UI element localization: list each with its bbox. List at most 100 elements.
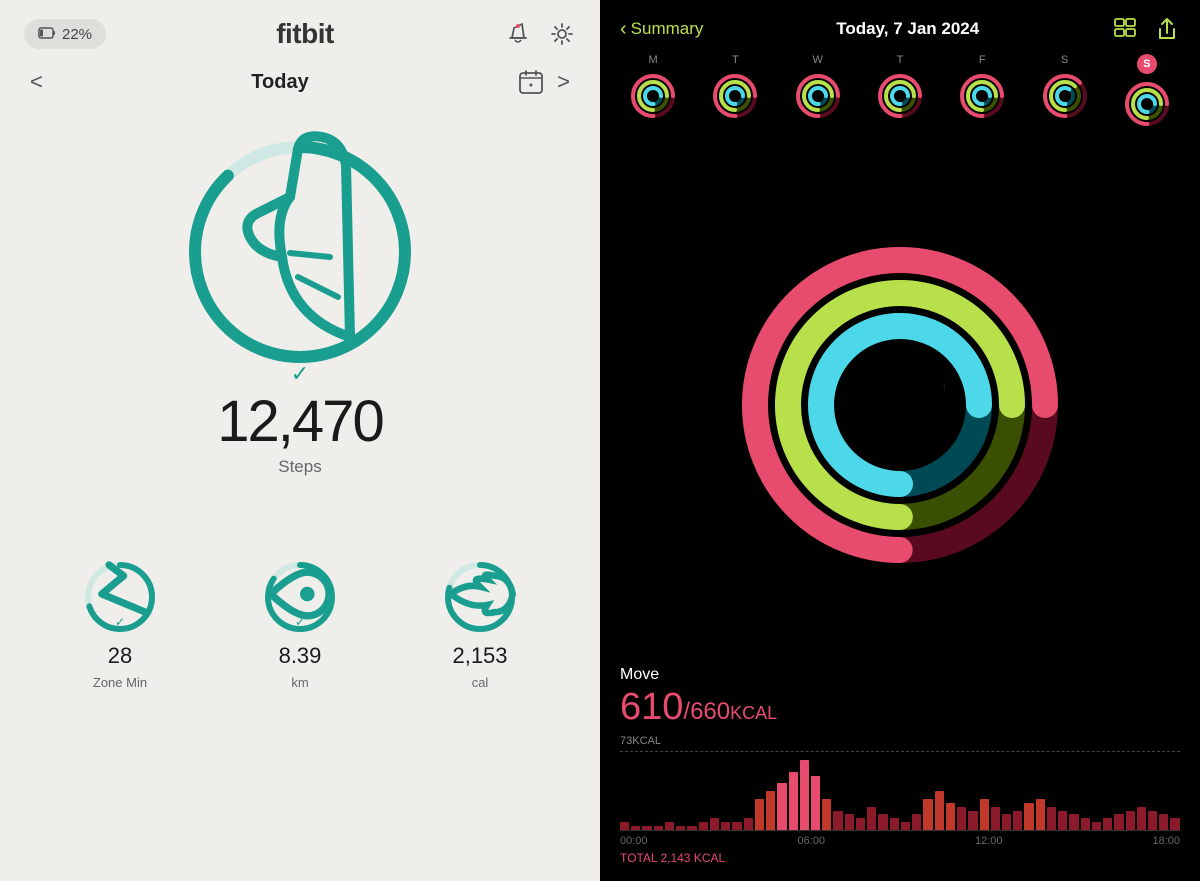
chart-bar xyxy=(856,818,865,830)
move-current: 610 xyxy=(620,686,683,728)
steps-container: ✓ 12,470 Steps xyxy=(0,112,600,517)
chart-bar xyxy=(980,799,989,830)
zone-check: ✓ xyxy=(115,615,125,629)
calories-icon xyxy=(440,554,520,640)
week-label-0: M xyxy=(649,54,658,66)
week-day-1[interactable]: T xyxy=(709,54,761,130)
chart-bar xyxy=(732,822,741,830)
distance-ring: ✓ xyxy=(260,557,340,637)
share-icon[interactable] xyxy=(1154,16,1180,42)
stat-distance[interactable]: ✓ 8.39 km xyxy=(260,557,340,690)
move-section: Move 610/660KCAL xyxy=(600,662,1200,735)
apple-panel: ‹ Summary Today, 7 Jan 2024 M xyxy=(600,0,1200,881)
week-day-4[interactable]: F xyxy=(956,54,1008,130)
chart-bar xyxy=(1036,799,1045,830)
back-chevron: ‹ xyxy=(620,18,627,41)
week-label-4: F xyxy=(979,54,986,66)
week-label-2: W xyxy=(813,54,823,66)
apple-header: ‹ Summary Today, 7 Jan 2024 xyxy=(600,0,1200,50)
week-strip: M T W xyxy=(600,50,1200,138)
next-button[interactable]: > xyxy=(557,69,570,95)
week-ring-3 xyxy=(874,70,926,122)
week-label-1: T xyxy=(732,54,739,66)
chart-bar xyxy=(687,826,696,830)
calories-value: 2,153 xyxy=(452,643,507,669)
week-ring-0 xyxy=(627,70,679,122)
move-value-row: 610/660KCAL xyxy=(620,686,1180,729)
move-goal: 660 xyxy=(690,698,730,725)
week-label-5: S xyxy=(1061,54,1068,66)
prev-button[interactable]: < xyxy=(30,69,43,95)
fitbit-nav: < Today > xyxy=(0,60,600,112)
zone-ring: ✓ xyxy=(80,557,160,637)
battery-value: 22% xyxy=(62,26,92,43)
chart-bar xyxy=(1148,811,1157,830)
steps-ring-inner: ✓ xyxy=(180,117,420,387)
week-day-3[interactable]: T xyxy=(874,54,926,130)
battery-icon xyxy=(38,25,56,43)
chart-bar xyxy=(957,807,966,830)
week-ring-5 xyxy=(1039,70,1091,122)
chart-bar xyxy=(1047,807,1056,830)
stat-calories[interactable]: 2,153 cal xyxy=(440,557,520,690)
distance-check: ✓ xyxy=(295,615,305,629)
back-label: Summary xyxy=(631,19,704,39)
chart-bar xyxy=(777,783,786,830)
chart-bar xyxy=(946,803,955,830)
chart-bar xyxy=(867,807,876,830)
chart-bar xyxy=(833,811,842,830)
week-ring-1 xyxy=(709,70,761,122)
chart-bar xyxy=(878,814,887,830)
week-day-2[interactable]: W xyxy=(792,54,844,130)
chart-bar xyxy=(912,814,921,830)
chart-guideline xyxy=(620,751,1180,752)
chart-bar xyxy=(1092,822,1101,830)
chart-bar xyxy=(1024,803,1033,830)
notification-icon[interactable] xyxy=(504,20,532,48)
week-ring-2 xyxy=(792,70,844,122)
zone-label: Zone Min xyxy=(93,675,147,690)
chart-bar xyxy=(620,822,629,830)
week-day-6[interactable]: S xyxy=(1121,54,1173,130)
stats-row: ✓ 28 Zone Min ✓ 8.39 km xyxy=(0,537,600,720)
chart-bar xyxy=(1114,814,1123,830)
chart-bar xyxy=(890,818,899,830)
chart-bar xyxy=(1159,814,1168,830)
chart-bar xyxy=(710,818,719,830)
fitbit-panel: 22% fitbit < Today > xyxy=(0,0,600,881)
chart-bar xyxy=(811,776,820,830)
calories-ring xyxy=(440,557,520,637)
time-label-1: 06:00 xyxy=(797,835,825,847)
back-button[interactable]: ‹ Summary xyxy=(620,18,703,41)
stat-zone[interactable]: ✓ 28 Zone Min xyxy=(80,557,160,690)
chart-bar xyxy=(1137,807,1146,830)
chart-bar xyxy=(1081,818,1090,830)
week-label-3: T xyxy=(897,54,904,66)
chart-bar xyxy=(1069,814,1078,830)
fitbit-header-icons xyxy=(504,20,576,48)
chart-bar xyxy=(991,807,1000,830)
chart-bar xyxy=(923,799,932,830)
chart-bar xyxy=(665,822,674,830)
week-day-0[interactable]: M xyxy=(627,54,679,130)
week-ring-6 xyxy=(1121,78,1173,130)
time-label-2: 12:00 xyxy=(975,835,1003,847)
nav-title: Today xyxy=(251,71,308,94)
chart-bar xyxy=(800,760,809,830)
bar-chart-section: 73KCAL 00:00 06:00 12:00 18:00 TOTAL 2,1… xyxy=(600,735,1200,881)
chart-total: TOTAL 2,143 KCAL xyxy=(620,851,1180,865)
distance-label: km xyxy=(291,675,308,690)
calendar-icon[interactable] xyxy=(517,68,545,96)
chart-bar xyxy=(1002,814,1011,830)
chart-bar xyxy=(935,791,944,830)
main-rings: → » ↑ xyxy=(740,245,1060,565)
chart-bar xyxy=(676,826,685,830)
chart-bar xyxy=(1058,811,1067,830)
apple-date: Today, 7 Jan 2024 xyxy=(836,19,979,39)
week-day-5[interactable]: S xyxy=(1039,54,1091,130)
settings-icon[interactable] xyxy=(548,20,576,48)
steps-label: Steps xyxy=(278,457,321,477)
grid-icon[interactable] xyxy=(1112,16,1138,42)
move-unit: KCAL xyxy=(730,703,777,723)
bar-chart xyxy=(620,751,1180,831)
